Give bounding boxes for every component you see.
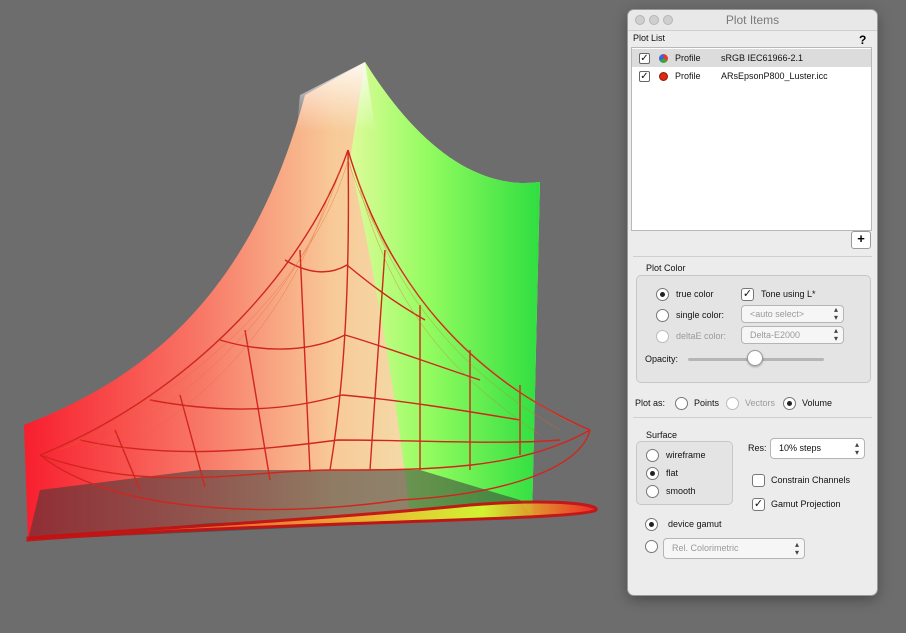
intent-value: Rel. Colorimetric bbox=[672, 543, 739, 553]
deltae-select[interactable]: Delta-E2000 ▴ ▾ bbox=[741, 326, 844, 344]
deltae-color-label: deltaE color: bbox=[676, 331, 727, 341]
plot-color-group: true color ✓ Tone using L* single color:… bbox=[636, 275, 871, 383]
plot-list[interactable]: ✓ Profile sRGB IEC61966-2.1 ✓ Profile AR… bbox=[631, 47, 872, 231]
flat-radio[interactable] bbox=[646, 467, 659, 480]
plot-list-label: Plot List bbox=[633, 33, 666, 43]
plot-color-label: Plot Color bbox=[646, 263, 686, 273]
constrain-channels-checkbox[interactable] bbox=[752, 474, 765, 487]
volume-radio[interactable] bbox=[783, 397, 796, 410]
points-radio[interactable] bbox=[675, 397, 688, 410]
res-label: Res: bbox=[748, 443, 767, 453]
single-color-label: single color: bbox=[676, 310, 725, 320]
item-checkbox[interactable]: ✓ bbox=[639, 53, 650, 64]
smooth-label: smooth bbox=[666, 486, 696, 496]
smooth-radio[interactable] bbox=[646, 485, 659, 498]
deltae-value: Delta-E2000 bbox=[750, 330, 801, 340]
plot-items-window: Plot Items Plot List ? ✓ Profile sRGB IE… bbox=[628, 10, 877, 595]
single-color-radio[interactable] bbox=[656, 309, 669, 322]
res-value: 10% steps bbox=[779, 443, 822, 453]
red-dot-icon bbox=[659, 72, 668, 81]
chevron-updown-icon: ▴ ▾ bbox=[794, 540, 799, 557]
item-type: Profile bbox=[675, 53, 701, 63]
volume-label: Volume bbox=[802, 398, 833, 408]
add-plot-item-button[interactable]: + bbox=[851, 231, 871, 249]
tone-using-l-checkbox[interactable]: ✓ bbox=[741, 288, 754, 301]
gamut-projection-label: Gamut Projection bbox=[771, 499, 841, 509]
item-name: sRGB IEC61966-2.1 bbox=[721, 53, 804, 63]
surface-label: Surface bbox=[646, 430, 678, 440]
flat-label: flat bbox=[666, 468, 679, 478]
gamut-projection-checkbox[interactable]: ✓ bbox=[752, 498, 765, 511]
device-gamut-radio[interactable] bbox=[645, 518, 658, 531]
chevron-updown-icon: ▴ ▾ bbox=[854, 440, 859, 457]
opacity-slider-knob[interactable] bbox=[746, 350, 763, 366]
vectors-label: Vectors bbox=[745, 398, 776, 408]
constrain-channels-label: Constrain Channels bbox=[771, 475, 851, 485]
rendering-intent-select[interactable]: Rel. Colorimetric ▴ ▾ bbox=[663, 538, 805, 559]
window-title: Plot Items bbox=[725, 13, 780, 27]
item-type: Profile bbox=[675, 71, 701, 81]
plot-as-label: Plot as: bbox=[635, 398, 666, 408]
points-label: Points bbox=[694, 398, 720, 408]
tone-using-l-label: Tone using L* bbox=[761, 289, 816, 299]
device-gamut-label: device gamut bbox=[668, 519, 722, 529]
true-color-radio[interactable] bbox=[656, 288, 669, 301]
opacity-label: Opacity: bbox=[645, 354, 679, 364]
wireframe-radio[interactable] bbox=[646, 449, 659, 462]
plot-list-item[interactable]: ✓ Profile sRGB IEC61966-2.1 bbox=[632, 49, 871, 67]
title-bar[interactable]: Plot Items bbox=[628, 10, 877, 31]
chevron-updown-icon: ▴ ▾ bbox=[833, 326, 838, 343]
divider bbox=[633, 256, 872, 257]
help-button[interactable]: ? bbox=[859, 33, 866, 47]
vectors-radio[interactable] bbox=[726, 397, 739, 410]
item-checkbox[interactable]: ✓ bbox=[639, 71, 650, 82]
res-select[interactable]: 10% steps ▴ ▾ bbox=[770, 438, 865, 459]
plot-list-item[interactable]: ✓ Profile ARsEpsonP800_Luster.icc bbox=[632, 67, 871, 85]
surface-group: wireframe flat smooth bbox=[636, 441, 733, 505]
divider bbox=[633, 417, 872, 418]
deltae-color-radio[interactable] bbox=[656, 330, 669, 343]
gamut-3d-viewport[interactable] bbox=[0, 0, 620, 633]
wireframe-label: wireframe bbox=[666, 450, 706, 460]
single-color-select[interactable]: <auto select> ▴ ▾ bbox=[741, 305, 844, 323]
true-color-label: true color bbox=[676, 289, 714, 299]
single-color-value: <auto select> bbox=[750, 309, 805, 319]
item-name: ARsEpsonP800_Luster.icc bbox=[721, 71, 828, 81]
multicolor-dot-icon bbox=[659, 54, 668, 63]
chevron-updown-icon: ▴ ▾ bbox=[833, 305, 838, 322]
srgb-gamut-solid bbox=[24, 62, 540, 540]
intent-radio[interactable] bbox=[645, 540, 658, 553]
